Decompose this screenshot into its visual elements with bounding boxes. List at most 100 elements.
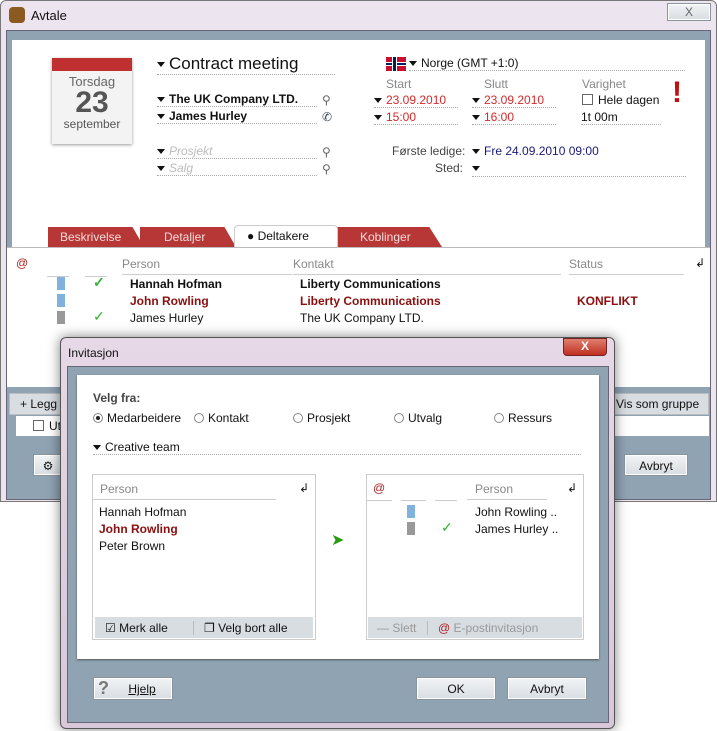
end-label: Slutt — [484, 77, 509, 91]
delete-button[interactable]: — Slett — [377, 621, 416, 635]
list-item[interactable]: John Rowling — [99, 522, 178, 536]
table-row[interactable]: ✓ James Hurley The UK Company LTD. — [7, 308, 707, 327]
select-from-label: Velg fra: — [93, 391, 141, 405]
sale-placeholder: Salg — [169, 161, 194, 175]
selected-list: @ Person ↲ John Rowling .. ✓ James Hurle… — [366, 474, 584, 640]
warning-icon: ! — [672, 76, 682, 109]
radio-medarbeidere[interactable]: Medarbeidere — [93, 411, 181, 425]
radio-label: Kontakt — [208, 411, 249, 425]
start-label: Start — [386, 77, 412, 91]
radio-utvalg[interactable]: Utvalg — [394, 411, 442, 425]
norway-flag-icon — [386, 57, 406, 71]
list-item[interactable]: Peter Brown — [99, 539, 165, 553]
timezone-select[interactable]: Norge (GMT +1:0) — [409, 56, 685, 71]
sort-icon[interactable]: ↲ — [299, 481, 309, 495]
search-icon[interactable]: ⚲ — [322, 145, 331, 159]
sale-field[interactable]: Salg — [157, 161, 317, 176]
cancel-button[interactable]: Avbryt — [624, 454, 688, 476]
project-field[interactable]: Prosjekt — [157, 144, 317, 159]
move-right-arrow-icon[interactable]: ➤ — [331, 530, 344, 550]
title-field[interactable]: Contract meeting — [157, 54, 335, 75]
start-date-field[interactable]: 23.09.2010 — [374, 93, 458, 108]
status-badge: KONFLIKT — [577, 294, 638, 308]
tab-deltakere-active[interactable]: ● Deltakere — [234, 225, 338, 248]
radio-prosjekt[interactable]: Prosjekt — [293, 411, 350, 425]
settings-button[interactable]: ⚙ — [33, 454, 63, 476]
help-label: Hjelp — [128, 682, 156, 696]
first-free-field[interactable]: Fre 24.09.2010 09:00 — [472, 144, 599, 158]
company-field[interactable]: The UK Company LTD. — [157, 92, 317, 107]
option-checkbox[interactable]: Ut — [33, 419, 61, 433]
person-column-header[interactable]: Person — [93, 482, 276, 500]
sort-icon[interactable]: ↲ — [567, 481, 577, 495]
invitation-dialog: Invitasjon X Velg fra: Medarbeidere Kont… — [60, 337, 615, 729]
end-time-field[interactable]: 16:00 — [472, 110, 556, 125]
contact-name: Liberty Communications — [300, 277, 441, 291]
group-text: Creative team — [105, 440, 180, 454]
list-item[interactable]: James Hurley .. — [475, 522, 558, 536]
first-free-text: Fre 24.09.2010 09:00 — [484, 144, 599, 158]
dialog-close-button[interactable]: X — [563, 338, 607, 356]
available-list: Person ↲ Hannah Hofman John Rowling Pete… — [92, 474, 316, 640]
email-invite-button[interactable]: @ E-postinvitasjon — [427, 621, 538, 635]
first-free-label: Første ledige: — [392, 144, 466, 158]
duration-label: Varighet — [582, 77, 626, 91]
window-close-button[interactable]: X — [667, 3, 711, 21]
tab-beskrivelse[interactable]: Beskrivelse — [48, 227, 144, 247]
tab-label: Deltakere — [257, 229, 309, 243]
place-field[interactable] — [472, 161, 686, 177]
radio-ressurs[interactable]: Ressurs — [494, 411, 552, 425]
search-icon[interactable]: ⚲ — [322, 93, 331, 107]
group-select[interactable]: Creative team — [93, 440, 581, 455]
end-date-text: 23.09.2010 — [484, 93, 545, 107]
sort-icon[interactable]: ↲ — [695, 256, 705, 270]
contact-field[interactable]: James Hurley — [157, 109, 317, 124]
ok-button[interactable]: OK — [416, 677, 496, 700]
calendar-day: 23 — [75, 86, 109, 119]
contact-column-header[interactable]: Kontakt — [293, 257, 561, 275]
email-column-header[interactable]: @ — [373, 481, 385, 495]
person-column-header[interactable]: Person — [122, 257, 292, 275]
person-name: Hannah Hofman — [130, 277, 223, 291]
select-all-icon: ☑ — [105, 621, 116, 635]
check-icon: ✓ — [93, 274, 105, 290]
person-icon — [57, 277, 65, 290]
all-day-label: Hele dagen — [598, 93, 660, 107]
status-column-header[interactable]: Status — [569, 257, 684, 275]
delete-label: Slett — [392, 621, 417, 635]
show-as-group-button[interactable]: Vis som gruppe — [616, 397, 699, 411]
dialog-cancel-button[interactable]: Avbryt — [507, 677, 587, 700]
start-time-text: 15:00 — [386, 110, 417, 124]
radio-kontakt[interactable]: Kontakt — [194, 411, 249, 425]
all-day-checkbox[interactable]: Hele dagen — [582, 93, 659, 107]
title-text: Contract meeting — [169, 54, 299, 73]
help-button[interactable]: ? Hjelp — [93, 677, 173, 700]
contact-text: James Hurley — [169, 109, 248, 123]
app-icon — [9, 7, 25, 23]
tab-label: Detaljer — [164, 230, 206, 244]
list-item[interactable]: Hannah Hofman — [99, 505, 186, 519]
tab-deltakere[interactable]: Koblinger — [336, 227, 442, 247]
start-time-field[interactable]: 15:00 — [374, 110, 458, 125]
select-all-button[interactable]: ☑ Merk alle — [105, 621, 168, 635]
tab-detaljer[interactable]: Detaljer — [140, 227, 236, 247]
contact-name: Liberty Communications — [300, 294, 441, 308]
radio-label: Medarbeidere — [107, 411, 182, 425]
person-icon — [407, 505, 415, 518]
icon-column-header — [401, 500, 426, 501]
check-icon: ✓ — [441, 519, 453, 535]
table-row[interactable]: John Rowling Liberty Communications KONF… — [7, 293, 707, 310]
add-participant-button[interactable]: + Legg — [20, 397, 57, 411]
end-date-field[interactable]: 23.09.2010 — [472, 93, 556, 108]
email-column-header[interactable]: @ — [16, 256, 28, 270]
table-row[interactable]: ✓ Hannah Hofman Liberty Communications — [7, 274, 707, 293]
help-icon: ? — [98, 678, 109, 698]
search-icon[interactable]: ⚲ — [322, 162, 331, 176]
calendar-widget: Torsdag 23 september — [52, 58, 132, 144]
company-text: The UK Company LTD. — [169, 92, 299, 106]
phone-icon[interactable]: ✆ — [322, 110, 332, 124]
list-item[interactable]: John Rowling .. — [475, 505, 557, 519]
deselect-all-button[interactable]: ❐ Velg bort alle — [193, 621, 288, 635]
person-column-header[interactable]: Person — [467, 482, 547, 500]
radio-label: Utvalg — [408, 411, 443, 425]
